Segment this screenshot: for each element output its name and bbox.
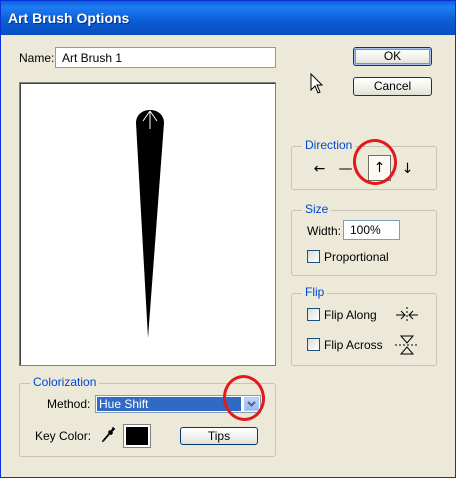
size-legend: Size xyxy=(302,202,332,216)
brush-preview xyxy=(19,82,276,366)
arrow-down-icon[interactable]: ↓ xyxy=(398,158,417,179)
flip-across-icon xyxy=(395,335,419,355)
window-title: Art Brush Options xyxy=(8,10,130,26)
name-label: Name: xyxy=(19,51,55,65)
width-input[interactable] xyxy=(343,220,400,240)
chevron-down-icon[interactable] xyxy=(244,397,259,411)
eyedropper-icon[interactable] xyxy=(101,425,117,445)
art-brush-shape xyxy=(136,110,164,338)
flip-legend: Flip xyxy=(302,285,328,299)
width-label: Width: xyxy=(307,224,342,238)
flip-along-icon xyxy=(396,307,418,323)
method-select[interactable]: Hue Shift xyxy=(95,395,261,413)
proportional-checkbox[interactable] xyxy=(307,250,320,263)
flip-along-checkbox[interactable] xyxy=(307,308,320,321)
flip-along-label: Flip Along xyxy=(324,308,377,322)
cancel-button[interactable]: Cancel xyxy=(353,77,432,96)
art-brush-options-dialog: Art Brush Options Name: OK Cancel Direct… xyxy=(0,0,456,478)
key-color-swatch[interactable] xyxy=(123,424,151,448)
proportional-label: Proportional xyxy=(324,250,389,264)
method-selected-value: Hue Shift xyxy=(97,397,241,411)
flip-group: Flip Flip Along Flip Across xyxy=(291,285,437,366)
ok-button[interactable]: OK xyxy=(353,47,432,66)
method-label: Method: xyxy=(47,397,91,411)
mouse-pointer-icon xyxy=(310,73,324,94)
arrow-left-icon[interactable]: ← xyxy=(310,158,329,179)
colorization-legend: Colorization xyxy=(30,375,100,389)
direction-group: Direction ← — ↑ ↓ xyxy=(291,138,437,190)
flip-across-label: Flip Across xyxy=(324,338,383,352)
size-group: Size Width: Proportional xyxy=(291,202,437,276)
title-bar[interactable]: Art Brush Options xyxy=(1,1,455,35)
arrow-right-icon[interactable]: — xyxy=(336,158,355,179)
key-color-label: Key Color: xyxy=(35,429,92,443)
name-input[interactable] xyxy=(55,47,276,68)
tips-button[interactable]: Tips xyxy=(180,427,258,445)
direction-legend: Direction xyxy=(302,138,356,152)
flip-across-checkbox[interactable] xyxy=(307,338,320,351)
arrow-up-icon[interactable]: ↑ xyxy=(368,155,391,181)
